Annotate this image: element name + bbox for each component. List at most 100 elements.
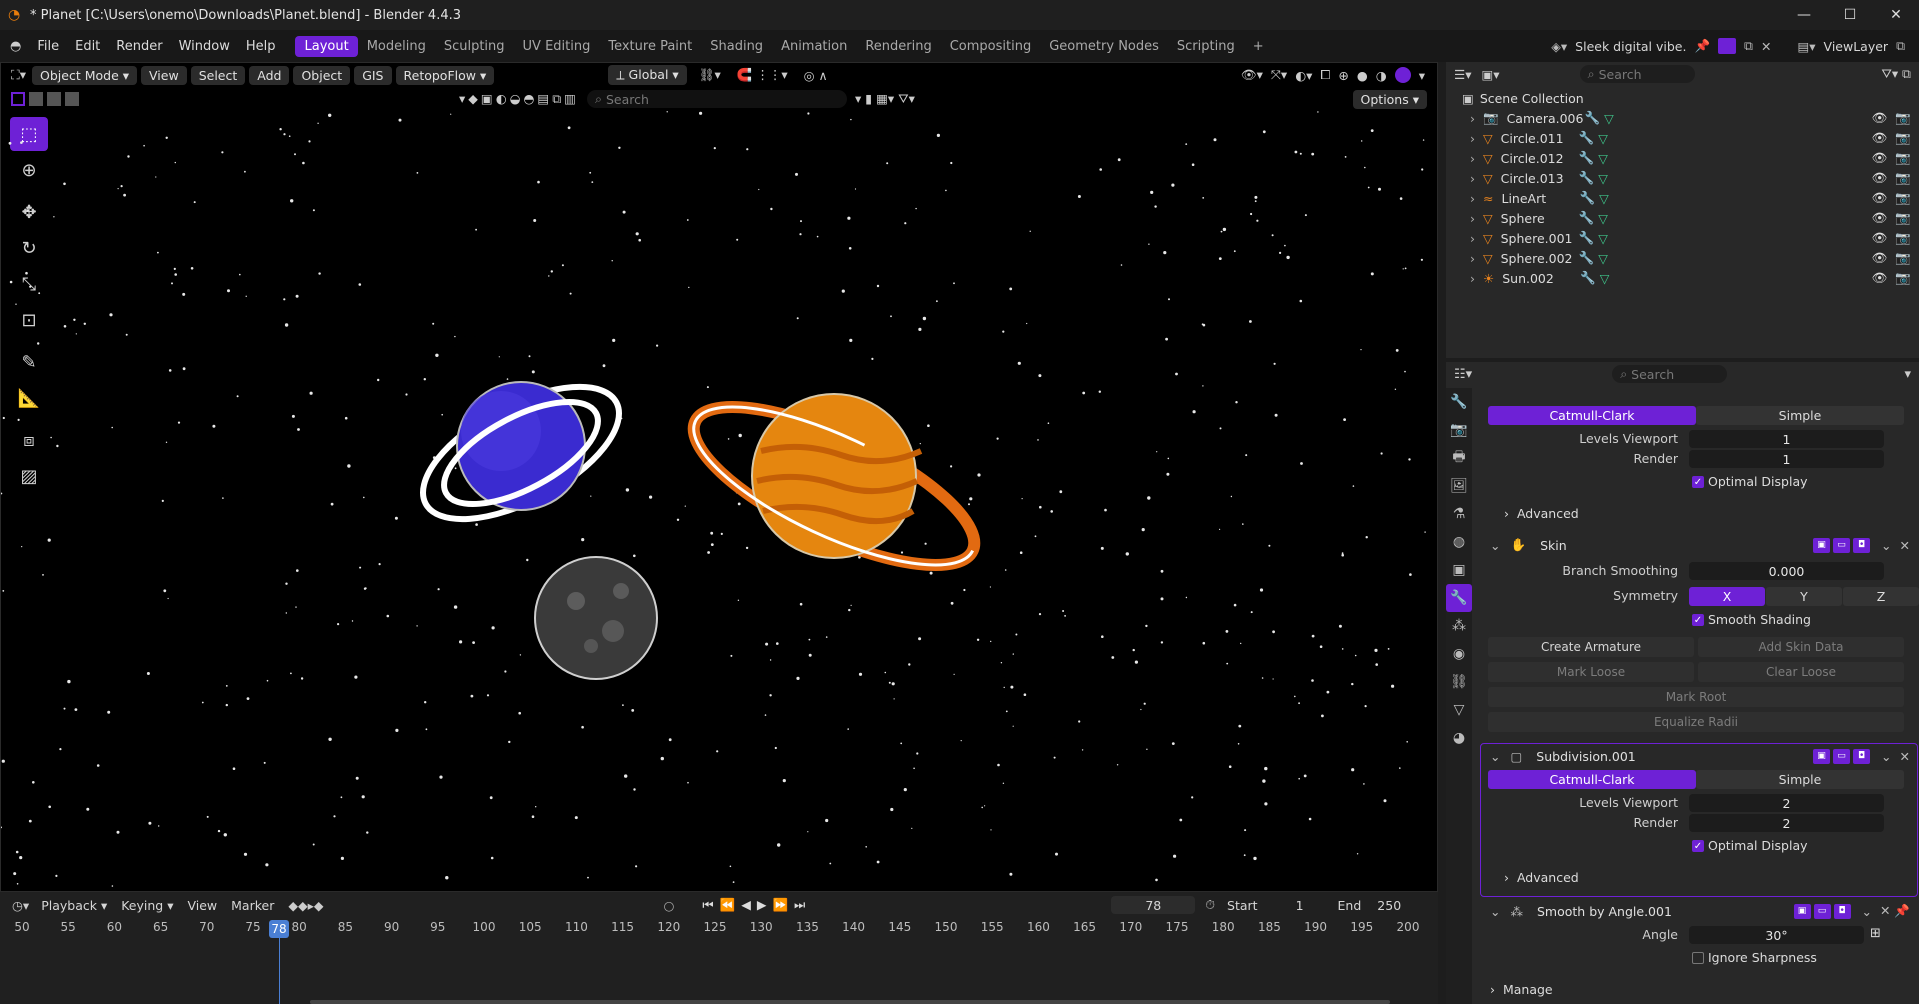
smooth-angle-modifier-header[interactable]: ⌄ ⁂ Smooth by Angle.001 ▣ ▭ ◘ ⌄ ✕ 📌 [1490, 900, 1910, 922]
angle-node-icon[interactable]: ⊞ [1870, 926, 1888, 944]
render-camera-icon[interactable]: 📷 [1895, 250, 1911, 266]
timeline-editor[interactable]: ◷▾ Playback ▾ Keying ▾ View Marker ◆◆▸◆ … [0, 892, 1438, 1004]
smooth-angle-visibility-buttons[interactable]: ▣ ▭ ◘ ⌄ ✕ 📌 [1793, 903, 1910, 919]
expand-arrow-icon[interactable]: › [1470, 151, 1475, 166]
add-workspace-button[interactable]: + [1244, 36, 1273, 57]
close-button[interactable]: ✕ [1873, 0, 1919, 30]
timeline-scrollbar[interactable] [310, 1000, 1390, 1004]
properties-options-icon[interactable]: ▾ [1904, 367, 1911, 382]
menu-window[interactable]: Window [171, 39, 238, 54]
snap-icon[interactable]: 🧲 ⋮⋮▾ [737, 67, 788, 83]
wireframe-shading-icon[interactable]: ⊕ [1338, 68, 1348, 83]
playback-controls[interactable]: ⏮⏪◀▶⏩⏭ [702, 897, 811, 913]
render-camera-icon[interactable]: 📷 [1895, 130, 1911, 146]
material-shading-icon[interactable]: ◑ [1376, 68, 1387, 83]
outliner-item[interactable]: › ▽ Circle.012 🔧 ▽ 👁 📷 [1446, 148, 1919, 168]
viewlayer-name[interactable]: ViewLayer [1824, 39, 1889, 54]
subdiv2-simple[interactable]: Simple [1696, 770, 1904, 789]
tool-tab-icon[interactable]: 🔧 [1446, 388, 1472, 416]
visibility-eye-icon[interactable]: 👁 [1872, 190, 1888, 206]
render-camera-icon[interactable]: 📷 [1895, 150, 1911, 166]
pin-icon[interactable]: 📌 [1694, 38, 1710, 54]
outliner-search[interactable]: ⌕ Search [1579, 65, 1695, 83]
branch-smoothing-field[interactable]: 0.000 [1689, 562, 1884, 580]
menu-select[interactable]: Select [190, 65, 246, 85]
tab-geometry-nodes[interactable]: Geometry Nodes [1040, 36, 1168, 57]
visibility-eye-icon[interactable]: 👁 [1872, 230, 1888, 246]
expand-arrow-icon[interactable]: › [1470, 111, 1475, 126]
render-camera-icon[interactable]: 📷 [1895, 170, 1911, 186]
outliner-item[interactable]: › ▽ Circle.013 🔧 ▽ 👁 📷 [1446, 168, 1919, 188]
angle-field[interactable]: 30° [1689, 926, 1864, 944]
minimize-button[interactable]: — [1781, 0, 1827, 30]
subdiv1-render-field[interactable]: 1 [1689, 450, 1884, 468]
manage-section[interactable]: › Manage [1490, 982, 1553, 997]
record-icon[interactable]: ○ [663, 898, 674, 913]
rendered-shading-icon[interactable] [1394, 67, 1411, 83]
add-skin-data-button[interactable]: Add Skin Data [1698, 637, 1904, 657]
menu-playback[interactable]: Playback ▾ [41, 898, 107, 913]
tab-shading[interactable]: Shading [701, 36, 772, 57]
visibility-icon[interactable]: 👁▾ [1241, 67, 1263, 83]
equalize-radii-button[interactable]: Equalize Radii [1488, 712, 1904, 732]
orange-planet[interactable] [674, 376, 994, 596]
playhead-label[interactable]: 78 [269, 920, 289, 938]
visibility-eye-icon[interactable]: 👁 [1872, 210, 1888, 226]
filter-icon[interactable]: ⛛▾ ⧉ [1881, 66, 1911, 82]
object-tab-icon[interactable]: ▣ [1446, 556, 1472, 584]
material-tab-icon[interactable]: ◕ [1446, 724, 1472, 752]
subdiv2-levels-field[interactable]: 2 [1689, 794, 1884, 812]
subdiv2-collapse-icon[interactable]: ⌄ [1490, 749, 1500, 764]
data-tab-icon[interactable]: ▽ [1446, 696, 1472, 724]
tab-sculpting[interactable]: Sculpting [435, 36, 514, 57]
render-camera-icon[interactable]: 📷 [1895, 270, 1911, 286]
menu-help[interactable]: Help [238, 39, 284, 54]
render-camera-icon[interactable]: 📷 [1895, 110, 1911, 126]
tab-animation[interactable]: Animation [772, 36, 856, 57]
3d-viewport[interactable]: ⛶▾ Object Mode ▾ View Select Add Object … [0, 62, 1438, 892]
particles-tab-icon[interactable]: ⁂ [1446, 612, 1472, 640]
menu-render[interactable]: Render [108, 39, 170, 54]
subdiv1-simple[interactable]: Simple [1696, 406, 1904, 425]
expand-arrow-icon[interactable]: › [1470, 271, 1475, 286]
properties-search[interactable]: ⌕ Search [1612, 365, 1728, 383]
viewlayer-icon[interactable]: ▤▾ [1797, 39, 1815, 54]
grey-moon[interactable] [534, 556, 658, 680]
expand-arrow-icon[interactable]: › [1470, 251, 1475, 266]
outliner-item[interactable]: › ≈ LineArt 🔧 ▽ 👁 📷 [1446, 188, 1919, 208]
properties-editor-icon[interactable]: ☷▾ [1454, 367, 1472, 382]
timeline-editor-icon[interactable]: ◷▾ [12, 898, 29, 913]
render-tab-icon[interactable]: 📷 [1446, 416, 1472, 444]
outliner-editor-icon[interactable]: ☰▾ [1454, 67, 1471, 82]
clock-icon[interactable]: ⏱ [1205, 897, 1215, 913]
menu-gis[interactable]: GIS [354, 65, 392, 85]
outliner-item[interactable]: › ▽ Sphere.002 🔧 ▽ 👁 📷 [1446, 248, 1919, 268]
mark-root-button[interactable]: Mark Root [1488, 687, 1904, 707]
xray-icon[interactable]: ⧠ [1320, 67, 1330, 83]
subdiv1-catmull-clark[interactable]: Catmull-Clark [1488, 406, 1696, 425]
scene-icon[interactable]: ◈▾ [1551, 39, 1567, 54]
filter-icons[interactable]: ▾◆▣◐◒◓▤⧉▥ [459, 91, 579, 107]
symmetry-z[interactable]: Z [1843, 587, 1919, 606]
outliner-item[interactable]: › ▽ Circle.011 🔧 ▽ 👁 📷 [1446, 128, 1919, 148]
menu-object[interactable]: Object [293, 65, 351, 85]
skin-visibility-buttons[interactable]: ▣ ▭ ◘ ⌄ ✕ [1813, 537, 1910, 553]
modifier-tab-icon[interactable]: 🔧 [1446, 584, 1472, 612]
subdiv1-levels-field[interactable]: 1 [1689, 430, 1884, 448]
visibility-eye-icon[interactable]: 👁 [1872, 270, 1888, 286]
menu-keying[interactable]: Keying ▾ [121, 898, 173, 913]
mode-selector[interactable]: Object Mode ▾ [32, 65, 138, 85]
symmetry-y[interactable]: Y [1766, 587, 1842, 606]
physics-tab-icon[interactable]: ◉ [1446, 640, 1472, 668]
scene-tab-icon[interactable]: ⚗ [1446, 500, 1472, 528]
visibility-eye-icon[interactable]: 👁 [1872, 130, 1888, 146]
tab-modeling[interactable]: Modeling [358, 36, 435, 57]
menu-view[interactable]: View [141, 65, 187, 85]
bookmark-icons[interactable]: ▾ ▮ ▦▾ ⛛▾ [855, 91, 915, 107]
world-tab-icon[interactable]: ◍ [1446, 528, 1472, 556]
view-layer-tab-icon[interactable]: 🖼 [1446, 472, 1472, 500]
menu-edit[interactable]: Edit [67, 39, 108, 54]
subdiv2-visibility-buttons[interactable]: ▣ ▭ ◘ ⌄ ✕ [1813, 748, 1910, 764]
expand-arrow-icon[interactable]: › [1470, 231, 1475, 246]
create-armature-button[interactable]: Create Armature [1488, 637, 1694, 657]
